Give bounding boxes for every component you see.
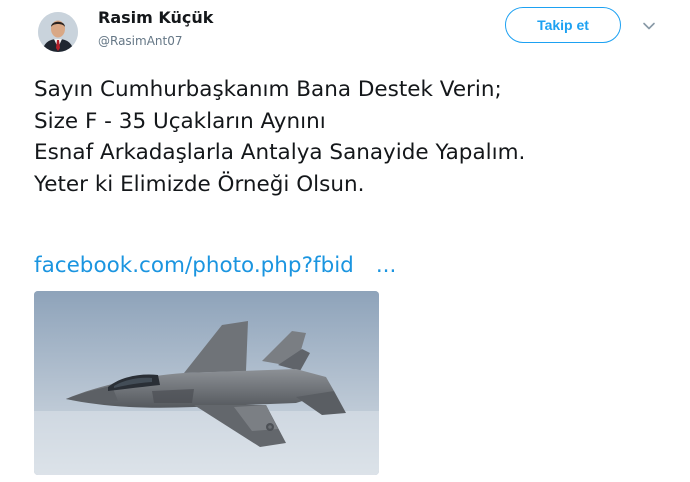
tweet-link-ellipsis: ... bbox=[375, 253, 397, 278]
tweet-link[interactable]: facebook.com/photo.php?fbid... bbox=[34, 250, 396, 282]
author-handle[interactable]: @RasimAnt07 bbox=[98, 34, 183, 48]
follow-button-label: Takip et bbox=[537, 17, 589, 33]
avatar-image bbox=[38, 12, 78, 52]
tweet-line: Sayın Cumhurbaşkanım Bana Destek Verin; bbox=[34, 77, 502, 102]
fighter-jet-image bbox=[34, 291, 379, 475]
tweet-media-image[interactable] bbox=[34, 291, 379, 475]
tweet-line: Esnaf Arkadaşlarla Antalya Sanayide Yapa… bbox=[34, 140, 526, 165]
follow-button[interactable]: Takip et bbox=[505, 7, 621, 43]
tweet-text: Sayın Cumhurbaşkanım Bana Destek Verin; … bbox=[34, 74, 674, 200]
tweet-line: Size F - 35 Uçakların Aynını bbox=[34, 108, 326, 134]
author-display-name[interactable]: Rasim Küçük bbox=[98, 8, 213, 27]
chevron-down-icon[interactable] bbox=[642, 18, 656, 32]
avatar[interactable] bbox=[38, 12, 78, 52]
tweet-link-text: facebook.com/photo.php?fbid bbox=[34, 253, 354, 278]
tweet-line: Yeter ki Elimizde Örneği Olsun. bbox=[34, 171, 365, 197]
